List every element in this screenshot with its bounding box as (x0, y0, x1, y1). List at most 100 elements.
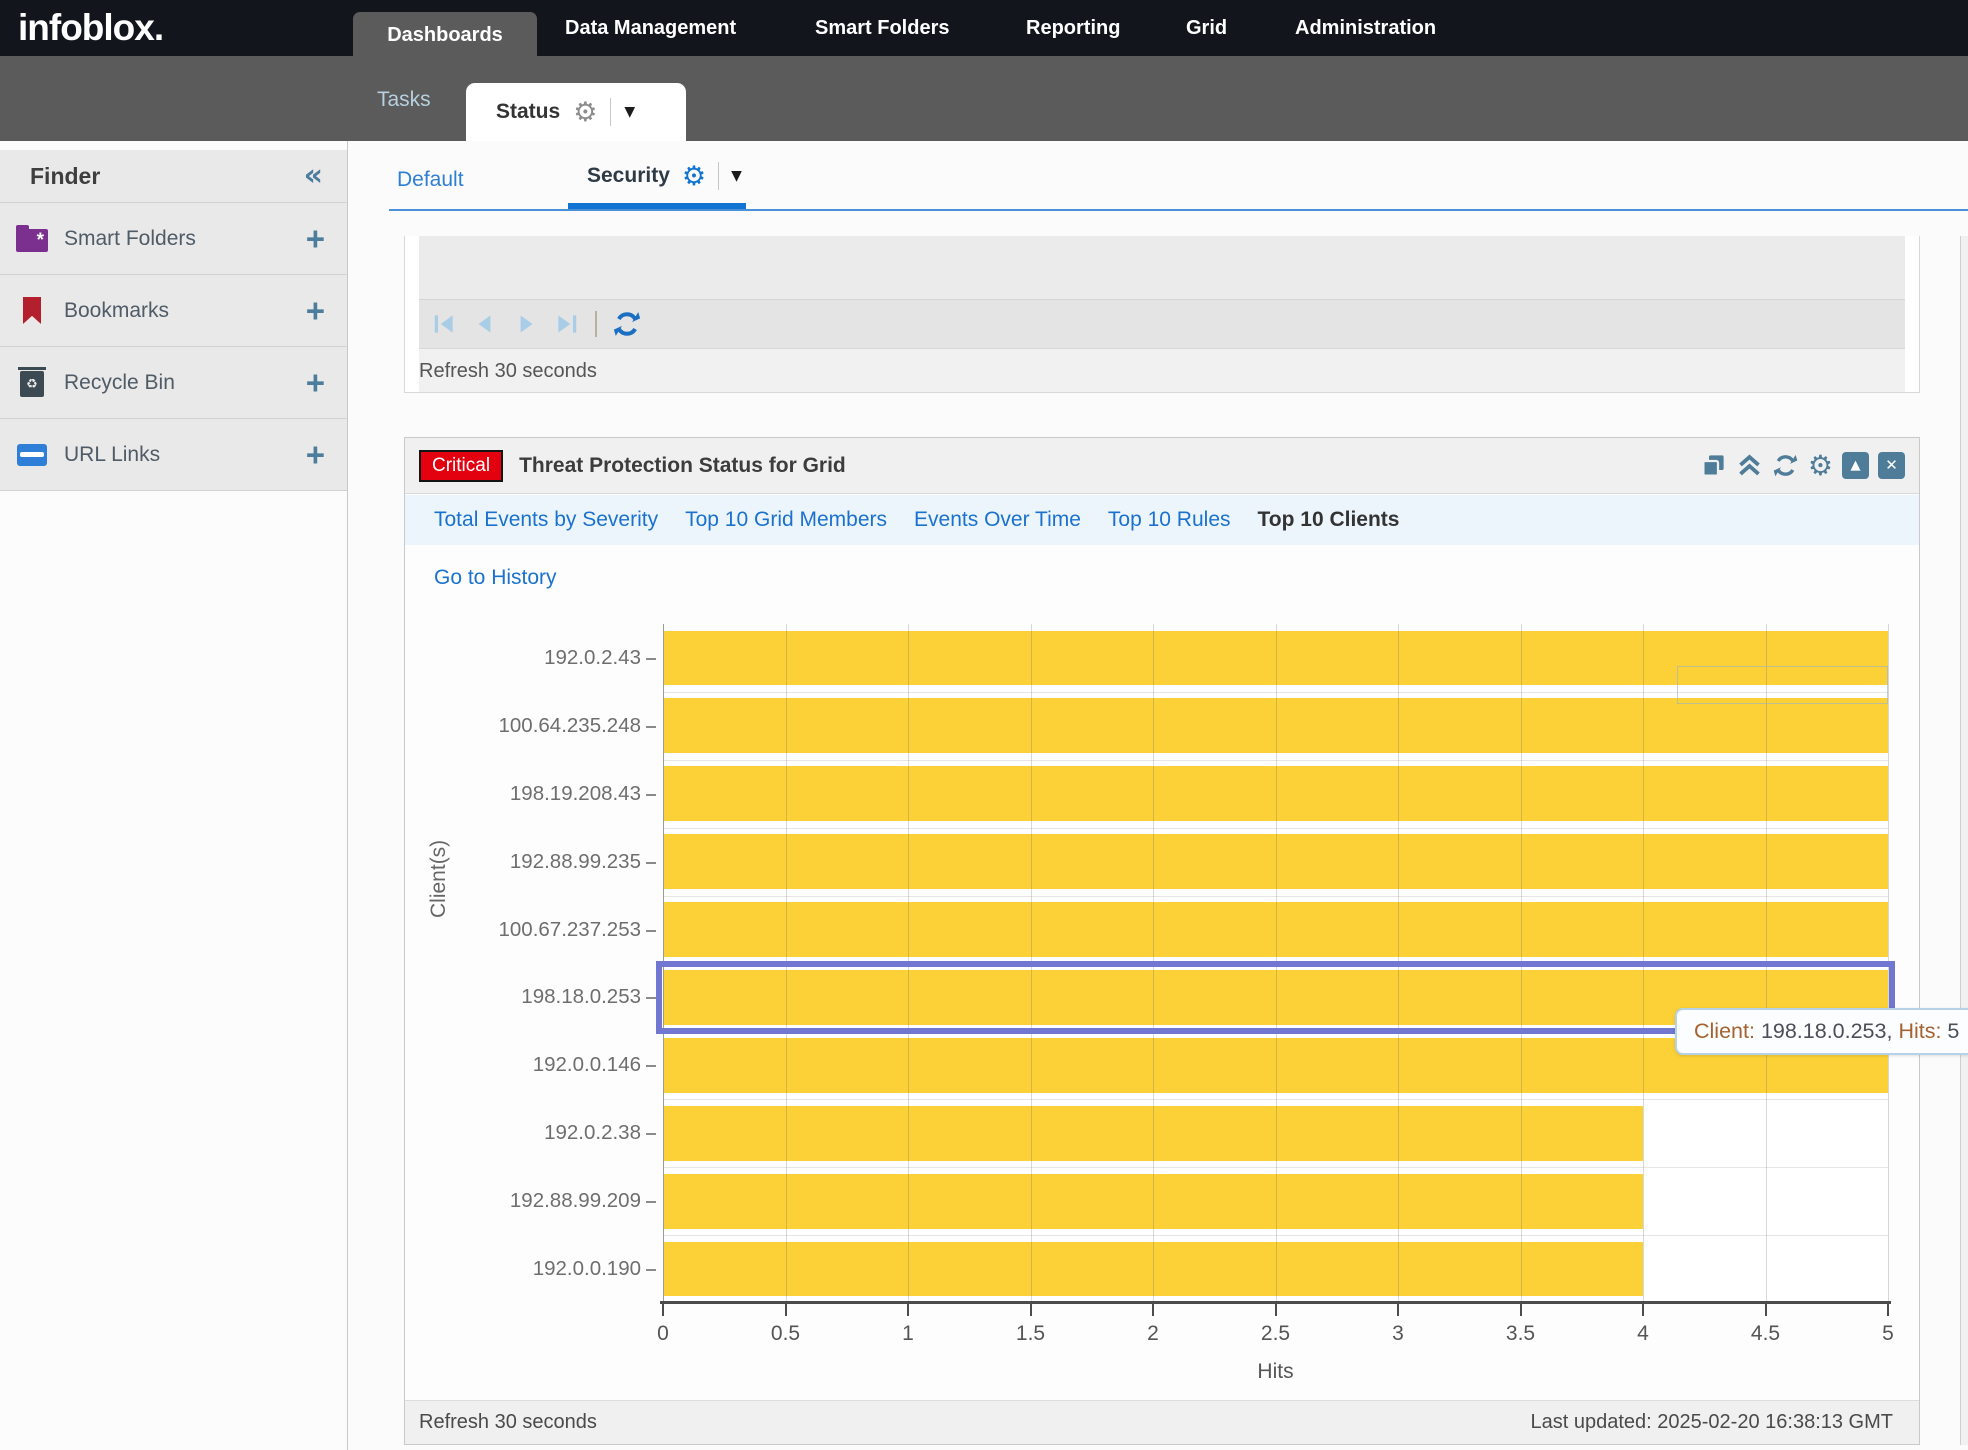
y-axis-label: 192.88.99.209 (445, 1189, 663, 1213)
gear-icon[interactable]: ⚙ (682, 163, 706, 190)
tab-security-label: Security (587, 164, 670, 188)
last-updated-text: Last updated: 2025-02-20 16:38:13 GMT (1531, 1411, 1893, 1434)
tooltip-client-value: 198.18.0.253, (1761, 1019, 1893, 1043)
sidebar-item-label: Bookmarks (64, 299, 292, 323)
tab-security[interactable]: Security ⚙ ▼ (587, 162, 742, 190)
y-axis-label: 192.0.2.43 (445, 646, 663, 670)
sidebar-item-url-links[interactable]: URL Links + (0, 419, 347, 491)
threat-protection-panel: Critical Threat Protection Status for Gr… (404, 437, 1920, 1445)
widget-grid-bottom (419, 236, 1905, 300)
y-axis-label: 198.18.0.253 (445, 985, 663, 1009)
plus-icon[interactable]: + (306, 292, 325, 330)
pager-toolbar (419, 300, 1905, 348)
panel-header: Critical Threat Protection Status for Gr… (405, 438, 1919, 494)
tab-tasks[interactable]: Tasks (377, 56, 431, 141)
adjacent-panel-edge (1960, 236, 1968, 1445)
panel-title: Threat Protection Status for Grid (519, 454, 1684, 478)
x-axis-tick (1520, 1304, 1522, 1316)
x-axis-tick (907, 1304, 909, 1316)
x-axis-tick-label: 3 (1363, 1322, 1433, 1346)
tab-top-10-rules[interactable]: Top 10 Rules (1108, 508, 1231, 532)
panel-header-icons: ⚙ ▲ ✕ (1700, 452, 1905, 480)
tabs-baseline (389, 209, 1968, 211)
x-axis-tick (785, 1304, 787, 1316)
divider (610, 98, 611, 126)
x-axis-tick-label: 5 (1853, 1322, 1923, 1346)
x-axis-tick-label: 2.5 (1241, 1322, 1311, 1346)
chevron-down-icon[interactable]: ▼ (731, 169, 742, 183)
refresh-interval-note: Refresh 30 seconds (419, 348, 1905, 392)
previous-page-icon[interactable] (472, 311, 498, 337)
first-page-icon[interactable] (431, 311, 457, 337)
sidebar-item-label: Recycle Bin (64, 371, 292, 395)
nav-item-administration[interactable]: Administration (1295, 0, 1436, 56)
last-page-icon[interactable] (554, 311, 580, 337)
collapse-all-icon[interactable] (1736, 452, 1763, 479)
url-links-icon (14, 444, 50, 466)
y-axis-labels: 192.0.2.43 100.64.235.248 198.19.208.43 192… (445, 624, 663, 1303)
tab-default[interactable]: Default (397, 168, 464, 192)
tab-status-label: Status (496, 100, 560, 124)
finder-header: Finder « (0, 150, 347, 203)
bookmark-icon (14, 297, 50, 324)
nav-item-dashboards[interactable]: Dashboards (353, 12, 537, 56)
nav-item-reporting[interactable]: Reporting (1026, 0, 1120, 56)
refresh-icon[interactable] (1772, 452, 1799, 479)
plus-icon[interactable]: + (306, 220, 325, 258)
panel-tab-strip: Total Events by Severity Top 10 Grid Mem… (405, 495, 1919, 545)
refresh-icon[interactable] (612, 309, 642, 339)
go-to-history-link[interactable]: Go to History (434, 566, 557, 590)
y-axis-label: 198.19.208.43 (445, 782, 663, 806)
x-axis-tick (1642, 1304, 1644, 1316)
gear-icon[interactable]: ⚙ (573, 99, 597, 126)
sidebar-item-recycle-bin[interactable]: ♻ Recycle Bin + (0, 347, 347, 419)
finder-sidebar: Finder « * Smart Folders + Bookmarks + ♻… (0, 141, 348, 1450)
nav-item-data-management[interactable]: Data Management (565, 0, 736, 56)
plus-icon[interactable]: + (306, 436, 325, 474)
scrolled-widget: Refresh 30 seconds (404, 236, 1920, 393)
collapse-up-icon[interactable]: ▲ (1842, 452, 1869, 479)
x-axis-tick-label: 1.5 (996, 1322, 1066, 1346)
screen: infoblox. Dashboards Data Management Sma… (0, 0, 1968, 1450)
plus-icon[interactable]: + (306, 364, 325, 402)
tab-top-10-clients[interactable]: Top 10 Clients (1258, 508, 1400, 532)
chevron-down-icon[interactable]: ▼ (624, 105, 635, 119)
x-axis-tick (1887, 1304, 1889, 1316)
tab-status[interactable]: Status ⚙ ▼ (466, 83, 686, 141)
finder-panel: Finder « * Smart Folders + Bookmarks + ♻… (0, 150, 347, 491)
sidebar-item-smart-folders[interactable]: * Smart Folders + (0, 203, 347, 275)
divider (595, 311, 597, 337)
nav-item-smart-folders[interactable]: Smart Folders (815, 0, 949, 56)
top-nav-bar: infoblox. Dashboards Data Management Sma… (0, 0, 1968, 56)
divider (718, 162, 719, 190)
x-axis-tick-label: 4.5 (1731, 1322, 1801, 1346)
recycle-bin-icon: ♻ (14, 368, 50, 397)
sidebar-item-label: Smart Folders (64, 227, 292, 251)
infoblox-logo: infoblox. (18, 0, 163, 56)
y-axis-label: 192.88.99.235 (445, 850, 663, 874)
tooltip-hits-label: Hits: (1898, 1019, 1941, 1043)
next-page-icon[interactable] (513, 311, 539, 337)
chart-tooltip: Client: 198.18.0.253, Hits: 5 (1675, 1008, 1968, 1055)
x-axis-tick (1030, 1304, 1032, 1316)
y-axis-label: 100.64.235.248 (445, 714, 663, 738)
collapse-double-chevron-left-icon[interactable]: « (304, 161, 323, 191)
tab-total-events-by-severity[interactable]: Total Events by Severity (434, 508, 658, 532)
close-icon[interactable]: ✕ (1878, 452, 1905, 479)
faint-highlight-artifact (1677, 666, 1888, 704)
x-axis-tick-label: 3.5 (1486, 1322, 1556, 1346)
x-axis-tick (1765, 1304, 1767, 1316)
tooltip-client-label: Client: (1694, 1019, 1755, 1043)
gear-icon[interactable]: ⚙ (1808, 452, 1833, 480)
nav-item-grid[interactable]: Grid (1186, 0, 1227, 56)
y-axis-label: 100.67.237.253 (445, 918, 663, 942)
windows-restore-icon[interactable] (1700, 452, 1727, 479)
y-axis-label: 192.0.2.38 (445, 1121, 663, 1145)
x-axis-tick-label: 0 (628, 1322, 698, 1346)
sidebar-item-bookmarks[interactable]: Bookmarks + (0, 275, 347, 347)
y-axis-label: 192.0.0.146 (445, 1053, 663, 1077)
severity-badge: Critical (419, 450, 503, 482)
tab-events-over-time[interactable]: Events Over Time (914, 508, 1081, 532)
tab-top-10-grid-members[interactable]: Top 10 Grid Members (685, 508, 887, 532)
x-axis-tick (1397, 1304, 1399, 1316)
